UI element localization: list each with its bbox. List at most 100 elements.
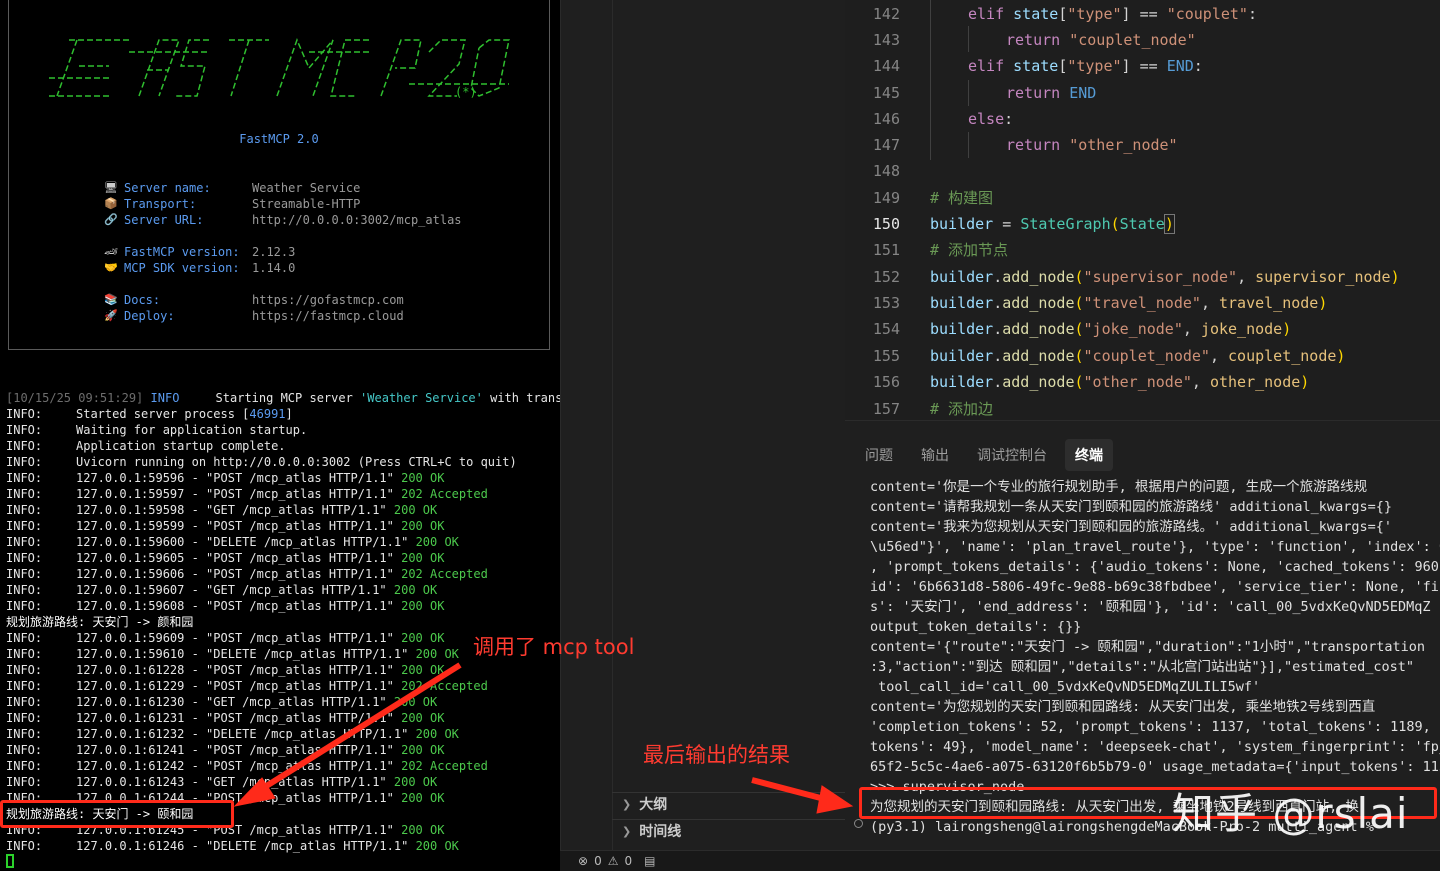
server-info-value: Weather Service [252,181,361,195]
server-info-value: https://gofastmcp.com [252,293,404,307]
log-line: INFO: Uvicorn running on http://0.0.0.0:3… [6,454,560,470]
tab-output[interactable]: 输出 [911,439,959,471]
error-icon[interactable]: ⊗ [578,854,588,868]
race-car-icon: 🏎 [104,245,118,258]
code-line: 153 builder.add_node("travel_node", trave… [872,294,1328,312]
http-status: 200 OK [401,743,445,757]
log-line: INFO: Application startup complete. [6,438,560,454]
tab-terminal[interactable]: 终端 [1065,439,1113,471]
error-count[interactable]: 0 [594,854,602,868]
code-line: 154 builder.add_node("joke_node", joke_no… [872,320,1292,338]
code-line: 142 elif state["type"] == "couplet": [872,5,1257,23]
terminal-line: , 'prompt_tokens_details': {'audio_token… [870,559,1440,575]
timeline-section[interactable]: ❯ 时间线 [622,821,681,843]
log-text: 127.0.0.1:61232 - "DELETE /mcp_atlas HTT… [76,727,416,741]
server-info-row: 🏎 FastMCP version: 2.12.3 [104,244,462,260]
terminal-line: content='你是一个专业的旅行规划助手, 根据用户的问题, 生成一个旅游路… [870,479,1368,495]
log-text: Starting MCP server [179,391,361,405]
explorer-sidebar [612,0,845,850]
log-line: INFO: 127.0.0.1:61243 - "GET /mcp_atlas H… [6,774,560,790]
log-line: 规划旅游路线: 天安门 -> 颜和园 [6,614,560,630]
log-line: INFO: 127.0.0.1:59608 - "POST /mcp_atlas … [6,598,560,614]
code-line: 145 return END [872,84,1097,102]
log-level: INFO: [6,775,43,789]
handshake-icon: 🤝 [104,261,118,274]
terminal-line: :3,"action":"到达 颐和园","details":"从北宫门站出站"… [870,659,1415,675]
terminal-line: content='我来为您规划从天安门到颐和园的旅游路线。' additiona… [870,519,1392,535]
log-text: 127.0.0.1:59598 - "GET /mcp_atlas HTTP/1… [76,503,394,517]
process-id: 46991 [249,407,286,421]
log-text: 127.0.0.1:61231 - "POST /mcp_atlas HTTP/… [76,711,402,725]
server-info-row: 🖥 Server name: Weather Service [104,180,462,196]
log-line: INFO: 127.0.0.1:59600 - "DELETE /mcp_atla… [6,534,560,550]
log-text: ] [285,407,293,421]
log-text: Uvicorn running on http://0.0.0.0:3002 (… [76,455,517,469]
http-status: 200 OK [393,695,438,709]
log-level: INFO [150,391,180,405]
log-text: Waiting for application startup. [76,423,308,437]
http-status: 200 OK [415,839,459,853]
log-text: 127.0.0.1:59607 - "GET /mcp_atlas HTTP/1… [76,583,394,597]
server-info-value: 2.12.3 [252,245,296,259]
timeline-label: 时间线 [639,824,682,840]
annotation-final-output: 最后输出的结果 [643,743,790,767]
log-level: INFO: [6,839,43,853]
log-line: INFO: 127.0.0.1:61230 - "GET /mcp_atlas H… [6,694,560,710]
terminal-line: s': '天安门', 'end_address': '颐和园'}, 'id': … [870,599,1431,615]
server-info-key: Server name: [124,181,211,195]
log-line: INFO: 127.0.0.1:59607 - "GET /mcp_atlas H… [6,582,560,598]
log-level: INFO: [6,695,43,709]
terminal-line: content='为您规划的天安门到颐和园路线: 从天安门出发, 乘坐地铁2号线… [870,699,1376,715]
warning-count[interactable]: 0 [624,854,632,868]
log-server-name: 'Weather Service' [360,391,483,405]
log-text: 127.0.0.1:61243 - "GET /mcp_atlas HTTP/1… [76,775,394,789]
http-status: 200 OK [401,791,445,805]
http-status: 200 OK [401,519,445,533]
link-icon: 🔗 [104,213,118,226]
broadcast-icon[interactable]: ▤ [644,854,655,868]
log-level: INFO: [6,487,43,501]
server-info-row: 🚀 Deploy: https://fastmcp.cloud [104,308,462,324]
package-icon: 📦 [104,197,118,210]
log-level: INFO: [6,743,43,757]
timeline-divider [612,819,845,820]
server-log: [10/15/25 09:51:29] INFO Starting MCP se… [6,390,560,854]
books-icon: 📚 [104,293,118,306]
code-line: 147 return "other_node" [872,136,1178,154]
server-info: 🖥 Server name: Weather Service 📦 Transport: S… [104,180,462,324]
fastmcp-terminal[interactable]: (*) FastMCP 2.0 🖥 Server name: Weather Ser… [0,0,560,871]
svg-text:(*): (*) [455,85,477,99]
http-status: 202 Accepted [401,567,488,581]
server-info-key: FastMCP version: [124,245,240,259]
code-editor[interactable]: 142 elif state["type"] == "couplet": 143 r… [845,0,1440,420]
prompt-status-icon [854,819,863,828]
tab-debug-console[interactable]: 调试控制台 [967,439,1057,471]
highlight-box-tool-call [0,800,234,828]
server-info-key: Deploy: [124,309,175,323]
server-info-value: https://fastmcp.cloud [252,309,404,323]
log-level: INFO: [6,647,43,661]
tab-problems[interactable]: 问题 [855,439,903,471]
chevron-right-icon: ❯ [622,798,632,811]
http-status: 200 OK [401,711,445,725]
fastmcp-ascii-logo: (*) [49,37,510,99]
code-line: 151 # 添加节点 [872,241,1009,259]
warning-icon[interactable]: ⚠ [608,854,619,868]
server-info-row: 🤝 MCP SDK version: 1.14.0 [104,260,462,276]
outline-section[interactable]: ❯ 大纲 [622,794,667,816]
panel-tabs: 问题 输出 调试控制台 终端 [855,439,1113,471]
terminal-line: 'completion_tokens': 52, 'prompt_tokens'… [870,719,1440,735]
log-level: INFO: [6,471,43,485]
server-info-value: http://0.0.0.0:3002/mcp_atlas [252,213,462,227]
server-info-key: Transport: [124,197,197,211]
server-info-value: Streamable-HTTP [252,197,361,211]
server-info-key: Server URL: [124,213,204,227]
log-line: INFO: 127.0.0.1:61231 - "POST /mcp_atlas … [6,710,560,726]
code-line: 148 [872,162,900,180]
log-line: INFO: 127.0.0.1:61232 - "DELETE /mcp_atla… [6,726,560,742]
http-status: 200 OK [401,631,445,645]
log-line: INFO: 127.0.0.1:61229 - "POST /mcp_atlas … [6,678,560,694]
code-line: 144 elif state["type"] == END: [872,57,1203,75]
log-level: INFO: [6,711,43,725]
code-line: 155 builder.add_node("couplet_node", coup… [872,347,1346,365]
